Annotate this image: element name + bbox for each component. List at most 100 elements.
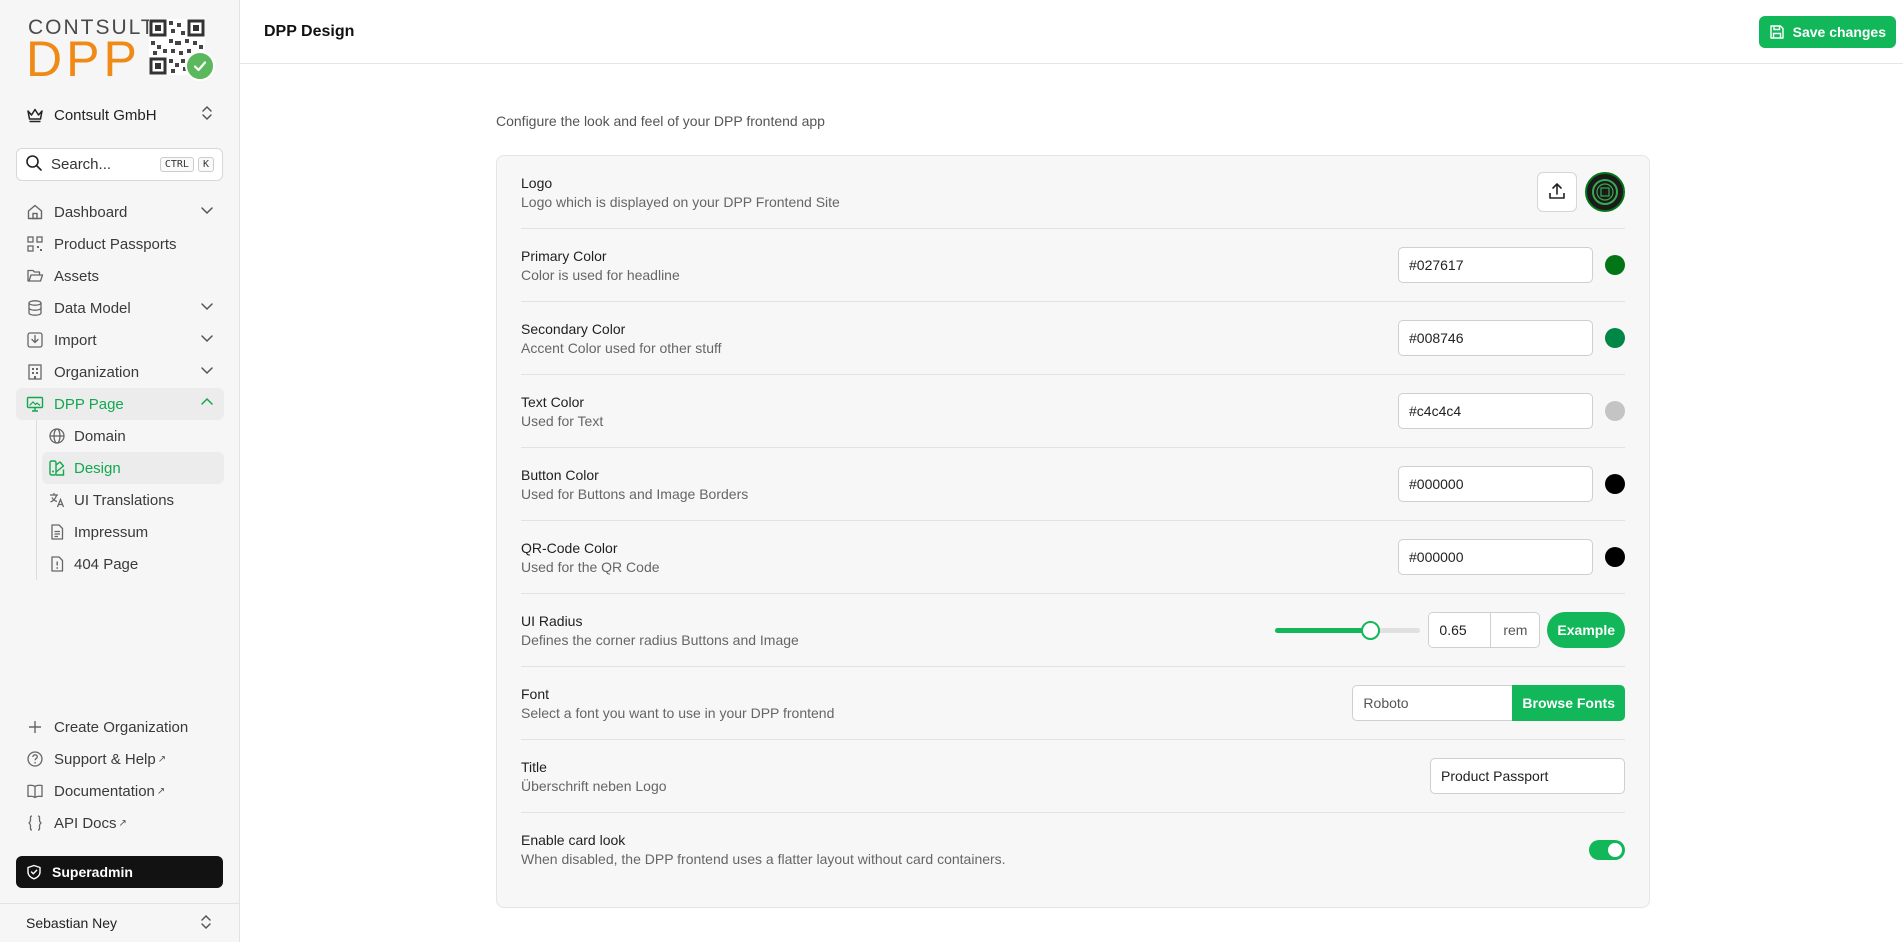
radius-unit-label: rem — [1503, 622, 1528, 638]
globe-icon — [48, 427, 66, 445]
primary-color-swatch[interactable] — [1605, 255, 1625, 275]
chevron-up-icon — [200, 395, 214, 413]
nav-dpp-page[interactable]: DPP Page — [16, 388, 224, 420]
subnav-ui-translations[interactable]: UI Translations — [42, 484, 224, 516]
nav-data-model[interactable]: Data Model — [16, 292, 224, 324]
main-nav: Dashboard Product Passports Assets Data … — [16, 196, 224, 580]
slider-thumb[interactable] — [1360, 621, 1380, 640]
support-help-label: Support & Help — [54, 750, 156, 768]
search-icon — [25, 154, 43, 176]
organization-switcher[interactable]: Contsult GmbH — [16, 100, 224, 130]
setting-description: Überschrift neben Logo — [521, 777, 667, 794]
external-link-icon: ↗ — [118, 817, 127, 829]
page-title: DPP Design — [264, 22, 355, 40]
api-docs-label: API Docs — [54, 814, 117, 832]
nav-data-model-label: Data Model — [54, 299, 131, 317]
subnav-404-page-label: 404 Page — [74, 555, 139, 573]
nav-dashboard[interactable]: Dashboard — [16, 196, 224, 228]
radius-number-group: rem — [1428, 612, 1541, 648]
text-color-swatch[interactable] — [1605, 401, 1625, 421]
brand-logo[interactable]: CONTSULT DPP — [26, 16, 218, 84]
save-changes-label: Save changes — [1792, 23, 1886, 40]
setting-description: Used for Buttons and Image Borders — [521, 485, 749, 502]
search-box[interactable]: Search... CTRL K — [16, 148, 223, 181]
nav-product-passports[interactable]: Product Passports — [16, 228, 224, 260]
button-color-swatch[interactable] — [1605, 474, 1625, 494]
qr-color-input[interactable] — [1398, 539, 1593, 575]
setting-row-qr-color: QR-Code Color Used for the QR Code — [521, 521, 1625, 594]
documentation-link[interactable]: Documentation ↗ — [16, 775, 224, 807]
setting-description: Select a font you want to use in your DP… — [521, 704, 835, 721]
setting-row-logo: Logo Logo which is displayed on your DPP… — [521, 156, 1625, 229]
setting-description: When disabled, the DPP frontend uses a f… — [521, 851, 1006, 867]
documentation-label: Documentation — [54, 782, 155, 800]
subnav-design[interactable]: Design — [42, 452, 224, 484]
font-input[interactable] — [1352, 685, 1513, 721]
upload-logo-button[interactable] — [1537, 172, 1577, 212]
toggle-knob — [1608, 842, 1622, 857]
file-alert-icon — [48, 555, 66, 573]
setting-row-text-color: Text Color Used for Text — [521, 375, 1625, 448]
save-changes-button[interactable]: Save changes — [1758, 15, 1896, 48]
setting-row-primary-color: Primary Color Color is used for headline — [521, 229, 1625, 302]
api-docs-link[interactable]: API Docs ↗ — [16, 807, 224, 839]
setting-row-secondary-color: Secondary Color Accent Color used for ot… — [521, 302, 1625, 375]
nav-product-passports-label: Product Passports — [54, 235, 177, 253]
setting-title: Primary Color — [521, 247, 607, 264]
support-help-link[interactable]: Support & Help ↗ — [16, 743, 224, 775]
subnav-impressum[interactable]: Impressum — [42, 516, 224, 548]
external-link-icon: ↗ — [157, 753, 167, 765]
card-look-toggle[interactable] — [1589, 839, 1625, 860]
chevron-up-down-icon — [200, 105, 214, 125]
subnav-impressum-label: Impressum — [74, 523, 149, 541]
palette-icon — [48, 459, 66, 477]
main-content: DPP Design Save changes Configure the lo… — [240, 0, 1903, 942]
plus-icon — [26, 718, 44, 736]
browse-fonts-button[interactable]: Browse Fonts — [1512, 685, 1625, 721]
braces-icon — [26, 814, 44, 832]
create-organization-link[interactable]: Create Organization — [16, 711, 224, 743]
chevron-down-icon — [200, 363, 214, 381]
chevron-down-icon — [200, 331, 214, 349]
qr-color-swatch[interactable] — [1605, 547, 1625, 567]
subnav-404-page[interactable]: 404 Page — [42, 548, 224, 580]
secondary-color-swatch[interactable] — [1605, 328, 1625, 348]
upload-icon — [1547, 181, 1567, 204]
button-color-input[interactable] — [1398, 466, 1593, 502]
setting-title: Button Color — [521, 466, 599, 483]
home-icon — [26, 203, 44, 221]
setting-description: Defines the corner radius Buttons and Im… — [521, 631, 799, 648]
kbd-ctrl: CTRL — [159, 157, 194, 172]
secondary-color-input[interactable] — [1398, 320, 1593, 356]
chevron-down-icon — [200, 203, 214, 221]
radius-value-input[interactable] — [1429, 613, 1492, 647]
subnav-ui-translations-label: UI Translations — [74, 491, 175, 509]
title-input[interactable] — [1430, 758, 1625, 794]
nav-import[interactable]: Import — [16, 324, 224, 356]
nav-organization-label: Organization — [54, 363, 140, 381]
setting-title: Logo — [521, 174, 553, 191]
nav-assets[interactable]: Assets — [16, 260, 224, 292]
sidebar: CONTSULT DPP Contsult GmbH Search... CTR… — [0, 0, 240, 942]
help-circle-icon — [26, 750, 44, 768]
superadmin-button[interactable]: Superadmin — [16, 856, 223, 888]
setting-title: Font — [521, 685, 550, 702]
setting-description: Used for the QR Code — [521, 558, 660, 575]
primary-color-input[interactable] — [1398, 247, 1593, 283]
radius-slider[interactable] — [1275, 620, 1421, 640]
user-menu[interactable]: Sebastian Ney — [0, 903, 239, 942]
monitor-image-icon — [26, 395, 44, 413]
text-color-input[interactable] — [1398, 393, 1593, 429]
setting-title: QR-Code Color — [521, 539, 618, 556]
font-picker: Browse Fonts — [1352, 685, 1625, 721]
nav-import-label: Import — [54, 331, 97, 349]
setting-title: UI Radius — [521, 612, 583, 629]
radius-example-button[interactable]: Example — [1547, 612, 1625, 648]
nav-organization[interactable]: Organization — [16, 356, 224, 388]
organization-name: Contsult GmbH — [54, 106, 157, 124]
subnav-domain[interactable]: Domain — [42, 420, 224, 452]
folder-open-icon — [26, 267, 44, 285]
create-organization-label: Create Organization — [54, 718, 189, 736]
setting-title: Title — [521, 758, 547, 775]
setting-row-font: Font Select a font you want to use in yo… — [521, 667, 1625, 740]
